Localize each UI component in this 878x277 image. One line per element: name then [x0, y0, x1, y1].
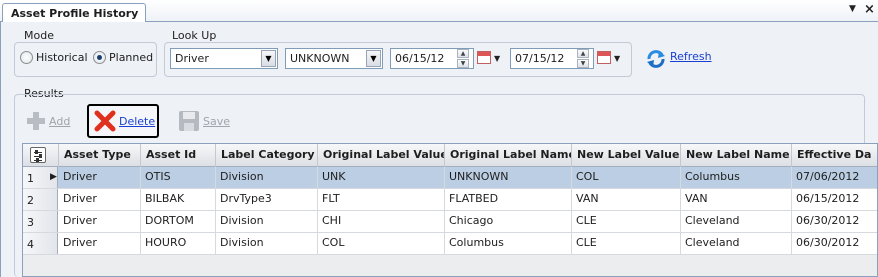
plus-icon [27, 112, 45, 130]
delete-button[interactable]: Delete [94, 110, 155, 132]
cell-original-label-name[interactable]: FLATBED [445, 189, 572, 210]
delete-button-label: Delete [119, 114, 156, 128]
table-row[interactable]: 1 ▶ Driver OTIS Division UNK UNKNOWN COL … [23, 167, 877, 189]
asset-type-select-value: Driver [175, 52, 209, 65]
cell-original-label-name[interactable]: Columbus [445, 233, 572, 254]
cell-original-label-name[interactable]: UNKNOWN [445, 167, 572, 188]
column-header-asset-type[interactable]: Asset Type [59, 144, 141, 167]
radio-historical-indicator[interactable] [20, 51, 33, 64]
cell-original-label-value[interactable]: UNK [318, 167, 445, 188]
from-date-spinner[interactable]: ▲ ▼ [457, 49, 469, 68]
spin-down-icon[interactable]: ▼ [577, 59, 589, 68]
cell-original-label-name[interactable]: Chicago [445, 211, 572, 232]
radio-planned-indicator[interactable] [93, 51, 106, 64]
tab-asset-profile-history[interactable]: Asset Profile History [2, 3, 146, 23]
cell-new-label-name[interactable]: VAN [681, 189, 792, 210]
lookup-group-label: Look Up [172, 29, 217, 42]
cell-asset-type[interactable]: Driver [59, 167, 141, 188]
save-button-label: Save [203, 114, 231, 128]
cell-asset-type[interactable]: Driver [59, 189, 141, 210]
cell-asset-type[interactable]: Driver [59, 211, 141, 232]
table-row[interactable]: 2 Driver BILBAK DrvType3 FLT FLATBED VAN… [23, 189, 877, 211]
tab-strip: Asset Profile History ▼ × [0, 0, 878, 23]
cell-asset-id[interactable]: DORTOM [141, 211, 216, 232]
chevron-down-icon[interactable]: ▼ [494, 54, 500, 63]
cell-new-label-name[interactable]: Cleveland [681, 233, 792, 254]
close-icon[interactable]: × [864, 2, 875, 17]
column-header-asset-id[interactable]: Asset Id [141, 144, 216, 167]
add-button-label: Add [49, 114, 71, 128]
column-header-new-label-name[interactable]: New Label Name [681, 144, 792, 167]
cell-original-label-value[interactable]: CHI [318, 211, 445, 232]
save-button[interactable]: Save [178, 110, 230, 132]
column-header-original-label-value[interactable]: Original Label Value [318, 144, 445, 167]
table-row[interactable]: 3 Driver DORTOM Division CHI Chicago CLE… [23, 211, 877, 233]
cell-new-label-value[interactable]: COL [572, 167, 681, 188]
cell-asset-type[interactable]: Driver [59, 233, 141, 254]
spin-up-icon[interactable]: ▲ [577, 49, 589, 58]
table-row[interactable]: 4 Driver HOURO Division COL Columbus CLE… [23, 233, 877, 255]
chevron-down-icon[interactable]: ▼ [614, 54, 620, 63]
mode-group-label: Mode [24, 29, 54, 42]
cell-effective-date[interactable]: 07/06/2012 [792, 167, 877, 188]
cell-label-category[interactable]: Division [216, 211, 318, 232]
column-settings-icon[interactable] [30, 147, 46, 163]
chevron-down-icon[interactable]: ▼ [366, 50, 381, 67]
calendar-icon[interactable] [477, 51, 491, 64]
cell-original-label-value[interactable]: FLT [318, 189, 445, 210]
grid-header: Asset Type Asset Id Label Category Origi… [23, 144, 877, 167]
refresh-link[interactable]: Refresh [670, 50, 712, 63]
label-select-value: UNKNOWN [290, 52, 350, 65]
tab-menu-arrow-icon[interactable]: ▼ [849, 4, 856, 14]
cell-label-category[interactable]: Division [216, 167, 318, 188]
cell-label-category[interactable]: Division [216, 233, 318, 254]
column-chooser-cell[interactable] [23, 144, 59, 167]
current-row-arrow-icon: ▶ [50, 172, 57, 182]
cell-new-label-value[interactable]: VAN [572, 189, 681, 210]
calendar-icon[interactable] [597, 51, 611, 64]
cell-new-label-name[interactable]: Columbus [681, 167, 792, 188]
to-date-value: 07/15/12 [515, 52, 565, 65]
spin-down-icon[interactable]: ▼ [457, 59, 469, 68]
radio-planned[interactable]: Planned [93, 51, 153, 64]
cell-effective-date[interactable]: 06/30/2012 [792, 211, 877, 232]
save-disk-icon [179, 111, 199, 131]
radio-historical-label: Historical [36, 51, 88, 64]
row-number[interactable]: 2 [23, 189, 58, 210]
column-header-effective-date[interactable]: Effective Da [792, 144, 877, 167]
cell-new-label-name[interactable]: Cleveland [681, 211, 792, 232]
cell-label-category[interactable]: DrvType3 [216, 189, 318, 210]
add-button[interactable]: Add [26, 111, 70, 131]
asset-type-select[interactable]: Driver ▼ [170, 48, 278, 69]
row-number[interactable]: 1 ▶ [23, 167, 58, 188]
cell-new-label-value[interactable]: CLE [572, 211, 681, 232]
from-date-value: 06/15/12 [395, 52, 445, 65]
spin-up-icon[interactable]: ▲ [457, 49, 469, 58]
cell-asset-id[interactable]: BILBAK [141, 189, 216, 210]
radio-historical[interactable]: Historical [20, 51, 88, 64]
row-number[interactable]: 4 [23, 233, 58, 254]
chevron-down-icon[interactable]: ▼ [261, 50, 276, 67]
column-header-original-label-name[interactable]: Original Label Name [445, 144, 572, 167]
refresh-icon[interactable] [645, 48, 667, 70]
cell-effective-date[interactable]: 06/30/2012 [792, 233, 877, 254]
radio-planned-label: Planned [109, 51, 154, 64]
delete-x-icon [94, 110, 116, 132]
results-grid: Asset Type Asset Id Label Category Origi… [22, 143, 878, 277]
column-header-new-label-value[interactable]: New Label Value [572, 144, 681, 167]
label-select[interactable]: UNKNOWN ▼ [285, 48, 383, 69]
cell-new-label-value[interactable]: CLE [572, 233, 681, 254]
cell-asset-id[interactable]: HOURO [141, 233, 216, 254]
row-number[interactable]: 3 [23, 211, 58, 232]
cell-effective-date[interactable]: 06/15/2012 [792, 189, 877, 210]
column-header-label-category[interactable]: Label Category [216, 144, 318, 167]
cell-original-label-value[interactable]: COL [318, 233, 445, 254]
cell-asset-id[interactable]: OTIS [141, 167, 216, 188]
to-date-spinner[interactable]: ▲ ▼ [577, 49, 589, 68]
